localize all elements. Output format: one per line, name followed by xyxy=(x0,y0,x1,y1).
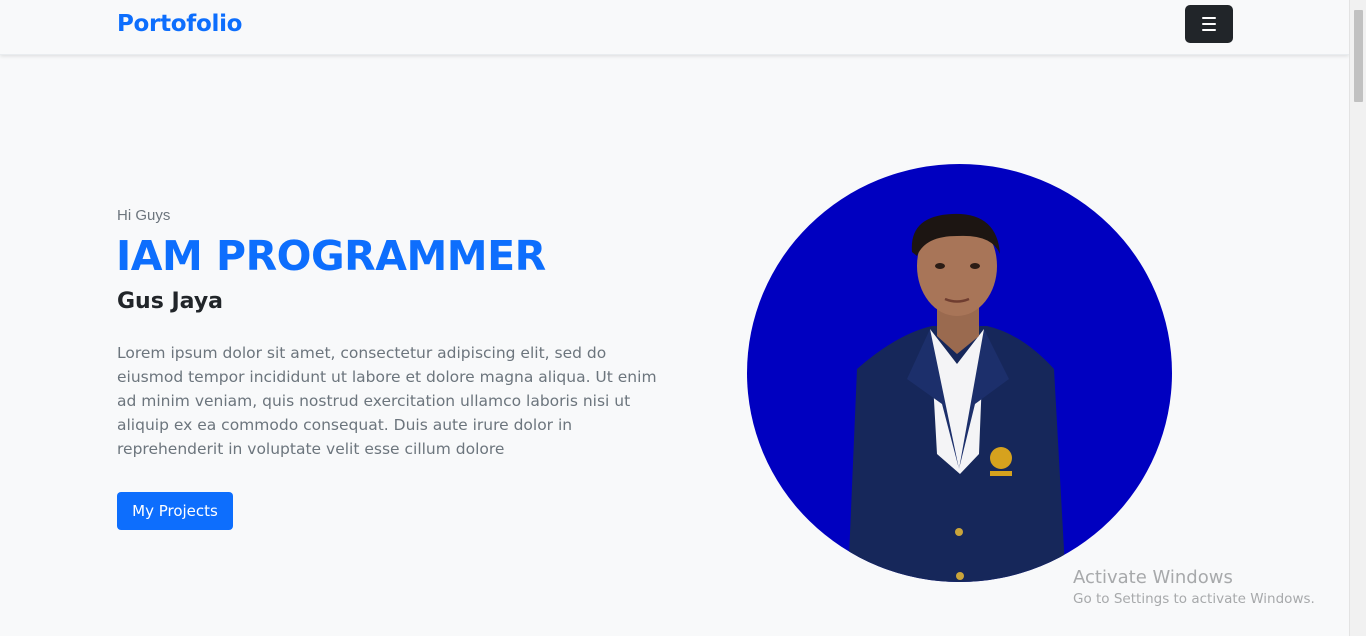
watermark-title: Activate Windows xyxy=(1073,567,1233,588)
profile-photo xyxy=(747,164,1172,582)
hero-headline: IAM PROGRAMMER xyxy=(116,232,546,280)
hamburger-menu-icon xyxy=(1202,23,1216,25)
hamburger-menu-icon xyxy=(1202,29,1216,31)
page-scrollbar[interactable] xyxy=(1349,0,1366,636)
navbar-toggler-button[interactable] xyxy=(1185,5,1233,43)
hero-name: Gus Jaya xyxy=(117,289,224,314)
my-projects-button[interactable]: My Projects xyxy=(117,492,233,530)
hero-bio: Lorem ipsum dolor sit amet, consectetur … xyxy=(117,344,657,458)
windows-activation-watermark: Activate Windows Go to Settings to activ… xyxy=(1073,567,1315,607)
watermark-subtitle: Go to Settings to activate Windows. xyxy=(1073,591,1315,607)
scrollbar-thumb[interactable] xyxy=(1354,10,1363,102)
brand-logo[interactable]: Portofolio xyxy=(117,11,242,37)
navbar: Portofolio xyxy=(0,0,1349,55)
greeting-text: Hi Guys xyxy=(117,207,171,224)
hamburger-menu-icon xyxy=(1202,17,1216,19)
